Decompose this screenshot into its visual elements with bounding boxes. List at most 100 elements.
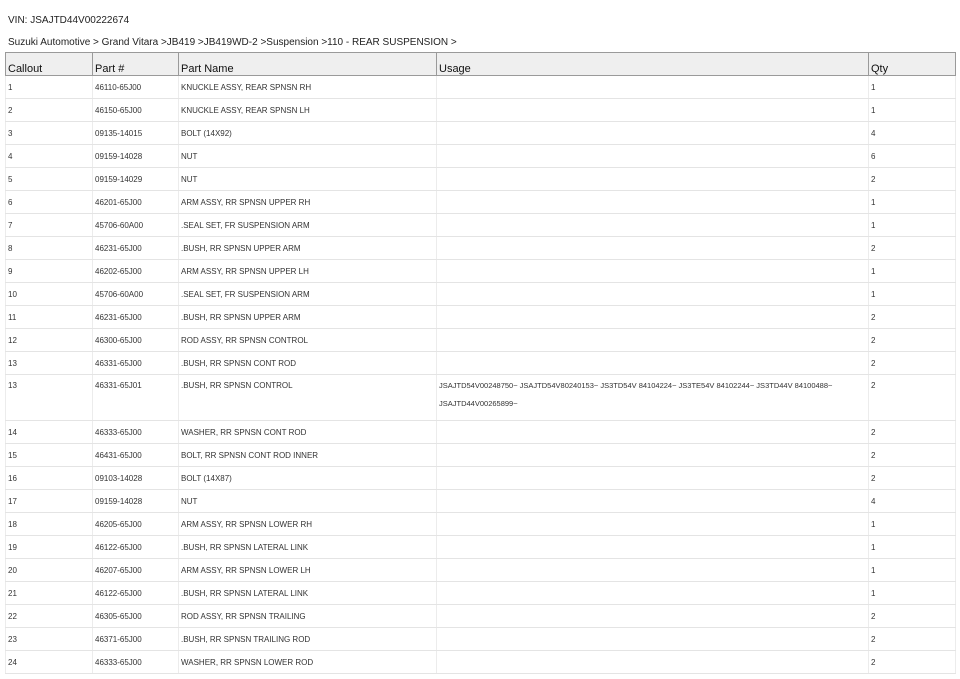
table-row[interactable]: 8 46231-65J00 .BUSH, RR SPNSN UPPER ARM 2: [5, 236, 956, 260]
usage-cell: [436, 121, 869, 145]
part-name-cell: ARM ASSY, RR SPNSN LOWER RH: [178, 512, 437, 536]
callout-cell: 17: [5, 489, 93, 513]
table-row[interactable]: 20 46207-65J00 ARM ASSY, RR SPNSN LOWER LH…: [5, 558, 956, 582]
vin-label: VIN: JSAJTD44V00222674: [8, 15, 130, 26]
column-header-part-name[interactable]: Part Name: [178, 52, 437, 76]
table-row[interactable]: 21 46122-65J00 .BUSH, RR SPNSN LATERAL LIN…: [5, 581, 956, 605]
qty-cell: 2: [868, 466, 956, 490]
callout-cell: 4: [5, 144, 93, 168]
table-row[interactable]: 7 45706-60A00 .SEAL SET, FR SUSPENSION ARM…: [5, 213, 956, 237]
part-number-cell: 46333-65J00: [92, 650, 179, 674]
part-name-cell: .BUSH, RR SPNSN CONT ROD: [178, 351, 437, 375]
part-name-cell: KNUCKLE ASSY, REAR SPNSN RH: [178, 75, 437, 99]
breadcrumb[interactable]: Suzuki Automotive > Grand Vitara >JB419 …: [8, 37, 457, 48]
callout-cell: 10: [5, 282, 93, 306]
table-header-row: Callout Part # Part Name Usage Qty: [5, 52, 956, 76]
table-row[interactable]: 10 45706-60A00 .SEAL SET, FR SUSPENSION AR…: [5, 282, 956, 306]
table-row[interactable]: 13 46331-65J01 .BUSH, RR SPNSN CONTROL JSAJ…: [5, 374, 956, 421]
usage-cell: [436, 282, 869, 306]
part-name-cell: ARM ASSY, RR SPNSN UPPER LH: [178, 259, 437, 283]
table-row[interactable]: 22 46305-65J00 ROD ASSY, RR SPNSN TRAILING…: [5, 604, 956, 628]
qty-cell: 2: [868, 167, 956, 191]
usage-cell: [436, 144, 869, 168]
qty-cell: 1: [868, 512, 956, 536]
column-header-qty[interactable]: Qty: [868, 52, 956, 76]
parts-table: Callout Part # Part Name Usage Qty 1 4611…: [5, 52, 956, 674]
qty-cell: 2: [868, 305, 956, 329]
qty-cell: 1: [868, 282, 956, 306]
table-row[interactable]: 12 46300-65J00 ROD ASSY, RR SPNSN CONTROL 2: [5, 328, 956, 352]
usage-cell: [436, 351, 869, 375]
part-name-cell: ROD ASSY, RR SPNSN CONTROL: [178, 328, 437, 352]
callout-cell: 2: [5, 98, 93, 122]
table-row[interactable]: 6 46201-65J00 ARM ASSY, RR SPNSN UPPER RH 1: [5, 190, 956, 214]
part-name-cell: NUT: [178, 489, 437, 513]
part-name-cell: .BUSH, RR SPNSN LATERAL LINK: [178, 581, 437, 605]
table-row[interactable]: 16 09103-14028 BOLT (14X87) 2: [5, 466, 956, 490]
table-row[interactable]: 2 46150-65J00 KNUCKLE ASSY, REAR SPNSN LH 1: [5, 98, 956, 122]
part-number-cell: 09135-14015: [92, 121, 179, 145]
qty-cell: 1: [868, 190, 956, 214]
table-row[interactable]: 11 46231-65J00 .BUSH, RR SPNSN UPPER ARM 2: [5, 305, 956, 329]
table-row[interactable]: 14 46333-65J00 WASHER, RR SPNSN CONT ROD 2: [5, 420, 956, 444]
column-header-usage[interactable]: Usage: [436, 52, 869, 76]
table-row[interactable]: 9 46202-65J00 ARM ASSY, RR SPNSN UPPER LH 1: [5, 259, 956, 283]
part-name-cell: ARM ASSY, RR SPNSN LOWER LH: [178, 558, 437, 582]
table-row[interactable]: 23 46371-65J00 .BUSH, RR SPNSN TRAILING RO…: [5, 627, 956, 651]
part-name-cell: .BUSH, RR SPNSN CONTROL: [178, 374, 437, 421]
column-header-callout[interactable]: Callout: [5, 52, 93, 76]
callout-cell: 9: [5, 259, 93, 283]
part-number-cell: 46122-65J00: [92, 535, 179, 559]
usage-cell: [436, 305, 869, 329]
usage-cell: JSAJTD54V00248750~ JSAJTD54V80240153~ JS…: [436, 374, 869, 421]
table-row[interactable]: 18 46205-65J00 ARM ASSY, RR SPNSN LOWER RH…: [5, 512, 956, 536]
usage-cell: [436, 512, 869, 536]
part-number-cell: 09159-14028: [92, 489, 179, 513]
callout-cell: 13: [5, 374, 93, 421]
qty-cell: 1: [868, 98, 956, 122]
table-row[interactable]: 13 46331-65J00 .BUSH, RR SPNSN CONT ROD 2: [5, 351, 956, 375]
qty-cell: 2: [868, 236, 956, 260]
usage-cell: [436, 489, 869, 513]
table-row[interactable]: 5 09159-14029 NUT 2: [5, 167, 956, 191]
part-number-cell: 46331-65J01: [92, 374, 179, 421]
table-row[interactable]: 15 46431-65J00 BOLT, RR SPNSN CONT ROD INN…: [5, 443, 956, 467]
callout-cell: 21: [5, 581, 93, 605]
callout-cell: 11: [5, 305, 93, 329]
table-row[interactable]: 24 46333-65J00 WASHER, RR SPNSN LOWER ROD 2: [5, 650, 956, 674]
table-row[interactable]: 3 09135-14015 BOLT (14X92) 4: [5, 121, 956, 145]
table-row[interactable]: 17 09159-14028 NUT 4: [5, 489, 956, 513]
part-name-cell: KNUCKLE ASSY, REAR SPNSN LH: [178, 98, 437, 122]
part-number-cell: 46333-65J00: [92, 420, 179, 444]
part-number-cell: 46207-65J00: [92, 558, 179, 582]
parts-table-body: 1 46110-65J00 KNUCKLE ASSY, REAR SPNSN RH 1…: [5, 75, 956, 674]
part-number-cell: 45706-60A00: [92, 282, 179, 306]
table-row[interactable]: 19 46122-65J00 .BUSH, RR SPNSN LATERAL LIN…: [5, 535, 956, 559]
table-row[interactable]: 1 46110-65J00 KNUCKLE ASSY, REAR SPNSN RH 1: [5, 75, 956, 99]
qty-cell: 1: [868, 558, 956, 582]
usage-cell: [436, 213, 869, 237]
column-header-part-number[interactable]: Part #: [92, 52, 179, 76]
part-name-cell: .BUSH, RR SPNSN LATERAL LINK: [178, 535, 437, 559]
callout-cell: 23: [5, 627, 93, 651]
part-name-cell: WASHER, RR SPNSN CONT ROD: [178, 420, 437, 444]
part-number-cell: 46202-65J00: [92, 259, 179, 283]
part-number-cell: 46305-65J00: [92, 604, 179, 628]
qty-cell: 1: [868, 259, 956, 283]
part-number-cell: 46205-65J00: [92, 512, 179, 536]
qty-cell: 1: [868, 535, 956, 559]
part-number-cell: 46431-65J00: [92, 443, 179, 467]
table-row[interactable]: 4 09159-14028 NUT 6: [5, 144, 956, 168]
callout-cell: 15: [5, 443, 93, 467]
part-number-cell: 46331-65J00: [92, 351, 179, 375]
callout-cell: 13: [5, 351, 93, 375]
usage-cell: [436, 190, 869, 214]
part-name-cell: ARM ASSY, RR SPNSN UPPER RH: [178, 190, 437, 214]
qty-cell: 2: [868, 351, 956, 375]
usage-cell: [436, 98, 869, 122]
callout-cell: 24: [5, 650, 93, 674]
part-number-cell: 45706-60A00: [92, 213, 179, 237]
part-name-cell: NUT: [178, 167, 437, 191]
qty-cell: 1: [868, 213, 956, 237]
qty-cell: 4: [868, 121, 956, 145]
